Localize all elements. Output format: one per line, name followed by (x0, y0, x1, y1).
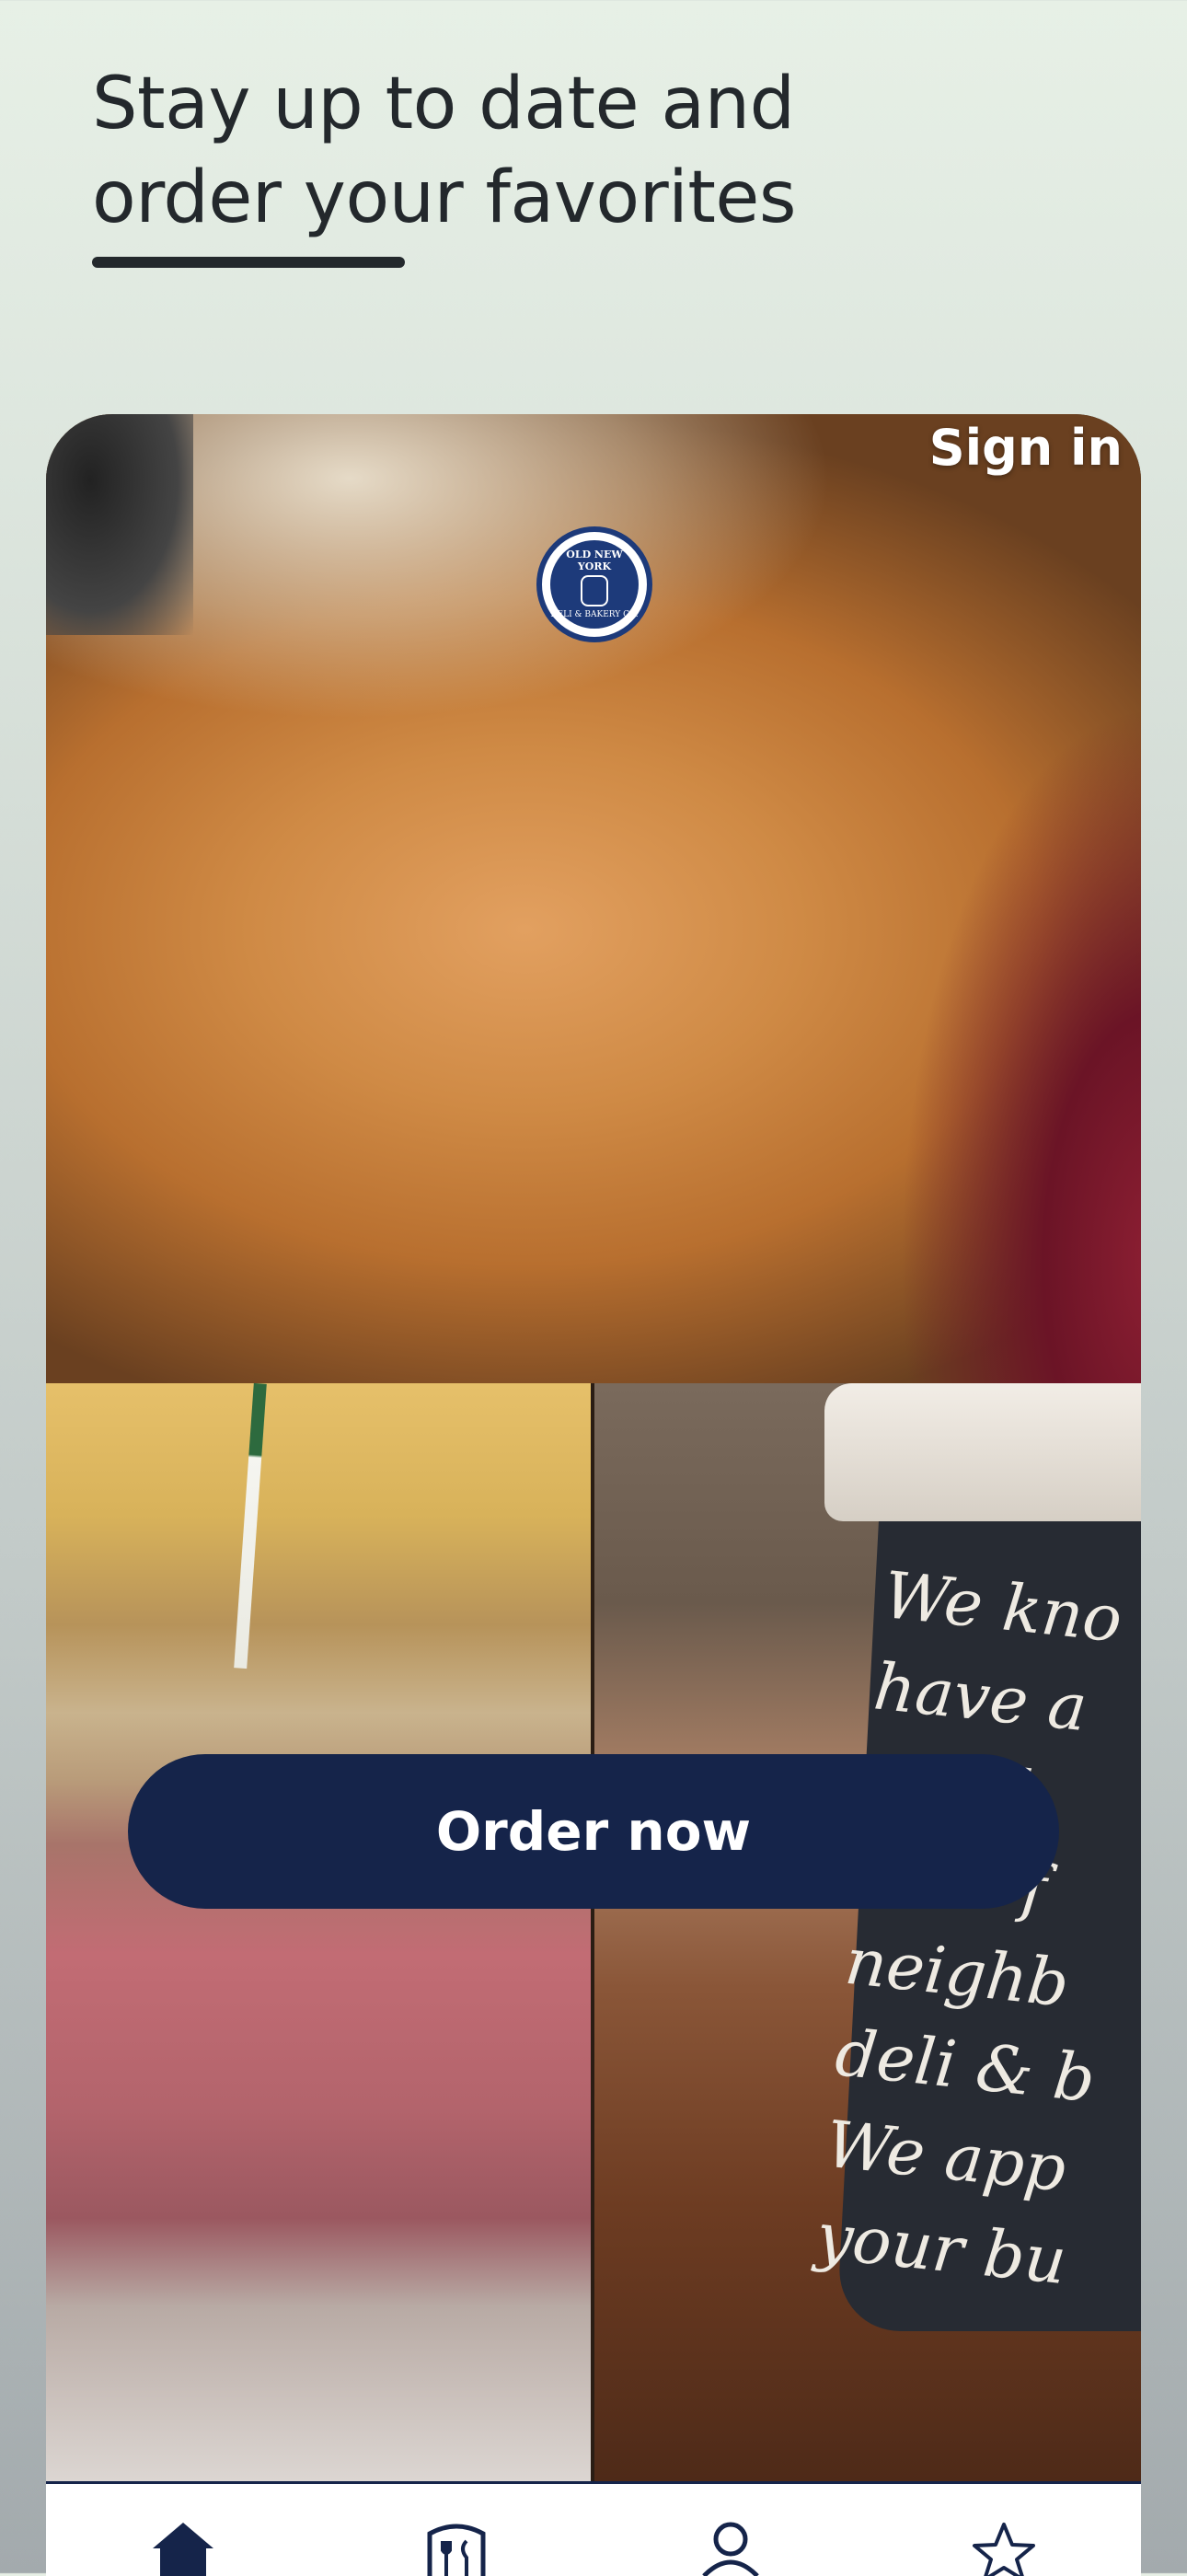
tab-home[interactable] (46, 2484, 320, 2576)
sign-in-link[interactable]: Sign in (929, 419, 1123, 477)
home-icon (152, 2523, 213, 2576)
logo-emblem (581, 575, 608, 606)
bottom-tab-bar (46, 2481, 1141, 2576)
coffee-cup-lid (824, 1383, 1141, 1521)
order-now-button[interactable]: Order now (128, 1754, 1059, 1909)
hero-card: We kno have a ch your f neighb deli & b … (46, 414, 1141, 2573)
title-line-2: order your favorites (92, 156, 797, 239)
logo-text-top: OLD NEW YORK (566, 549, 623, 572)
coffee-cup-photo: We kno have a ch your f neighb deli & b … (594, 1383, 1141, 2482)
reuben-sandwich-photo (46, 1383, 591, 2482)
menu-icon (427, 2524, 486, 2576)
title-underline (92, 257, 405, 268)
title-line-1: Stay up to date and (92, 63, 795, 145)
tab-account[interactable] (594, 2484, 868, 2576)
coffee-cup-text: We kno have a ch your f neighb deli & b … (812, 1549, 1141, 2310)
toothpick (234, 1383, 267, 1669)
tab-menu[interactable] (320, 2484, 594, 2576)
tab-rewards[interactable] (868, 2484, 1142, 2576)
rewards-star-icon (973, 2523, 1036, 2576)
account-icon (701, 2522, 759, 2576)
page-title: Stay up to date and order your favorites (92, 57, 1012, 245)
deli-logo-icon: OLD NEW YORK DELI & BAKERY CO. (536, 526, 652, 642)
logo-text-bottom: DELI & BAKERY CO. (550, 610, 639, 619)
